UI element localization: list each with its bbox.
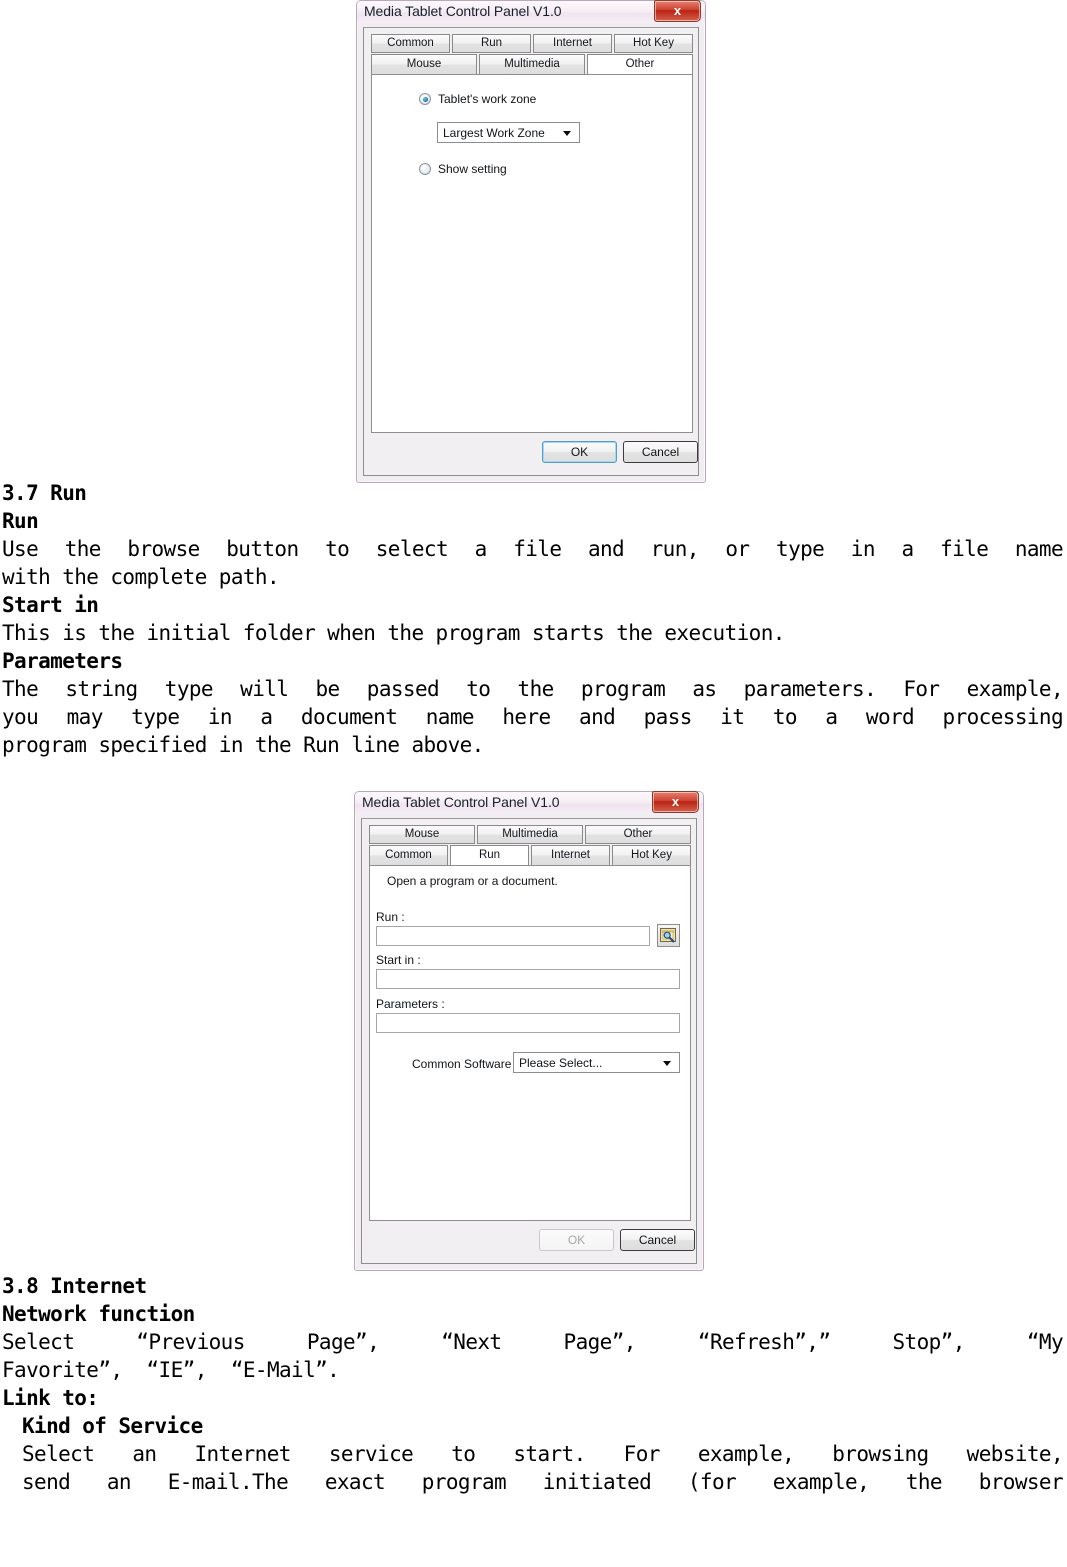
heading-parameters: Parameters bbox=[2, 649, 123, 673]
window-title: Media Tablet Control Panel V1.0 bbox=[364, 3, 562, 19]
tab-panel-run: Open a program or a document. Run : Star… bbox=[369, 865, 691, 1221]
start-in-input[interactable] bbox=[376, 969, 680, 989]
run-field-label: Run : bbox=[376, 910, 405, 924]
heading-network-function: Network function bbox=[2, 1302, 195, 1326]
tab-common-run[interactable]: Common bbox=[369, 845, 448, 866]
radio-label-work-zone: Tablet's work zone bbox=[438, 92, 537, 106]
chevron-down-icon-common-software[interactable] bbox=[663, 1060, 671, 1066]
tab-multimedia-run[interactable]: Multimedia bbox=[477, 825, 583, 844]
control-panel-dialog-other[interactable]: Media Tablet Control Panel V1.0 x Common… bbox=[356, 0, 706, 483]
folder-search-icon bbox=[660, 928, 676, 943]
common-software-select[interactable]: Please Select... bbox=[513, 1052, 680, 1073]
radio-indicator-work-zone[interactable] bbox=[419, 93, 431, 105]
radio-label-show-setting: Show setting bbox=[438, 162, 507, 176]
network-body-line-1: Select “Previous Page”, “Next Page”, “Re… bbox=[2, 1330, 1064, 1354]
doc-section-run: 3.7 Run Run Use the browse button to sel… bbox=[0, 479, 1067, 759]
tabrow-secondary-other: Mouse Multimedia Other bbox=[371, 54, 693, 75]
work-zone-value: Largest Work Zone bbox=[443, 125, 545, 140]
network-body-line-2: Favorite”, “IE”, “E-Mail”. bbox=[2, 1358, 340, 1382]
parameters-body-line-1: The string type will be passed to the pr… bbox=[2, 677, 1064, 701]
chevron-down-icon[interactable] bbox=[563, 130, 571, 136]
heading-3-7-run: 3.7 Run bbox=[2, 481, 87, 505]
tab-hot-key[interactable]: Hot Key bbox=[614, 34, 693, 53]
tab-hot-key-run[interactable]: Hot Key bbox=[612, 845, 691, 866]
tabrow-primary-other: Common Run Internet Hot Key bbox=[371, 34, 693, 53]
titlebar-other: Media Tablet Control Panel V1.0 x bbox=[357, 0, 705, 23]
run-input[interactable] bbox=[376, 926, 650, 946]
common-software-value: Please Select... bbox=[519, 1055, 603, 1070]
control-panel-dialog-run[interactable]: Media Tablet Control Panel V1.0 x Mouse … bbox=[354, 791, 704, 1271]
tab-mouse[interactable]: Mouse bbox=[371, 54, 477, 75]
heading-run: Run bbox=[2, 509, 39, 533]
tabrow-secondary-run: Common Run Internet Hot Key bbox=[369, 845, 691, 866]
doc-section-internet: 3.8 Internet Network function Select “Pr… bbox=[0, 1272, 1067, 1496]
tab-internet-run[interactable]: Internet bbox=[531, 845, 610, 866]
tab-panel-other: Tablet's work zone Largest Work Zone Sho… bbox=[371, 74, 693, 433]
cancel-button[interactable]: Cancel bbox=[623, 441, 698, 463]
tab-other-run[interactable]: Other bbox=[585, 825, 691, 844]
ok-button[interactable]: OK bbox=[542, 441, 617, 463]
run-body-line-2: with the complete path. bbox=[2, 565, 280, 589]
kind-body-line-1: Select an Internet service to start. For… bbox=[22, 1442, 1064, 1466]
radio-indicator-show-setting[interactable] bbox=[419, 163, 431, 175]
tab-run-active[interactable]: Run bbox=[450, 845, 529, 866]
dialog-body-other: Common Run Internet Hot Key Mouse Multim… bbox=[363, 27, 699, 476]
tab-multimedia[interactable]: Multimedia bbox=[479, 54, 585, 75]
parameters-input[interactable] bbox=[376, 1013, 680, 1033]
close-icon-run[interactable]: x bbox=[652, 791, 699, 813]
kind-body-line-2: send an E-mail.The exact program initiat… bbox=[22, 1470, 1064, 1494]
parameters-field-label: Parameters : bbox=[376, 997, 445, 1011]
window-title-run: Media Tablet Control Panel V1.0 bbox=[362, 794, 560, 810]
tab-other[interactable]: Other bbox=[587, 54, 693, 75]
tab-common[interactable]: Common bbox=[371, 34, 450, 53]
parameters-body-line-3: program specified in the Run line above. bbox=[2, 733, 484, 757]
radio-show-setting[interactable]: Show setting bbox=[419, 162, 507, 176]
browse-button[interactable] bbox=[657, 924, 680, 947]
tab-mouse-run[interactable]: Mouse bbox=[369, 825, 475, 844]
parameters-body-line-2: you may type in a document name here and… bbox=[2, 705, 1064, 729]
heading-start-in: Start in bbox=[2, 593, 99, 617]
common-software-label: Common Software : bbox=[412, 1057, 519, 1071]
start-in-body: This is the initial folder when the prog… bbox=[2, 621, 785, 645]
tab-run[interactable]: Run bbox=[452, 34, 531, 53]
heading-kind-of-service: Kind of Service bbox=[22, 1414, 203, 1438]
heading-3-8-internet: 3.8 Internet bbox=[2, 1274, 147, 1298]
run-body-line-1: Use the browse button to select a file a… bbox=[2, 537, 1064, 561]
start-in-field-label: Start in : bbox=[376, 953, 421, 967]
ok-button-run[interactable]: OK bbox=[539, 1229, 614, 1251]
heading-link-to: Link to: bbox=[2, 1386, 99, 1410]
dialog-body-run: Mouse Multimedia Other Common Run Intern… bbox=[361, 818, 697, 1264]
work-zone-select[interactable]: Largest Work Zone bbox=[437, 122, 580, 143]
titlebar-run: Media Tablet Control Panel V1.0 x bbox=[355, 791, 703, 814]
tabrow-primary-run: Mouse Multimedia Other bbox=[369, 825, 691, 844]
cancel-button-run[interactable]: Cancel bbox=[620, 1229, 695, 1251]
tab-internet[interactable]: Internet bbox=[533, 34, 612, 53]
close-icon[interactable]: x bbox=[654, 0, 701, 22]
radio-tablet-work-zone[interactable]: Tablet's work zone bbox=[419, 92, 536, 106]
run-panel-heading: Open a program or a document. bbox=[387, 874, 558, 888]
